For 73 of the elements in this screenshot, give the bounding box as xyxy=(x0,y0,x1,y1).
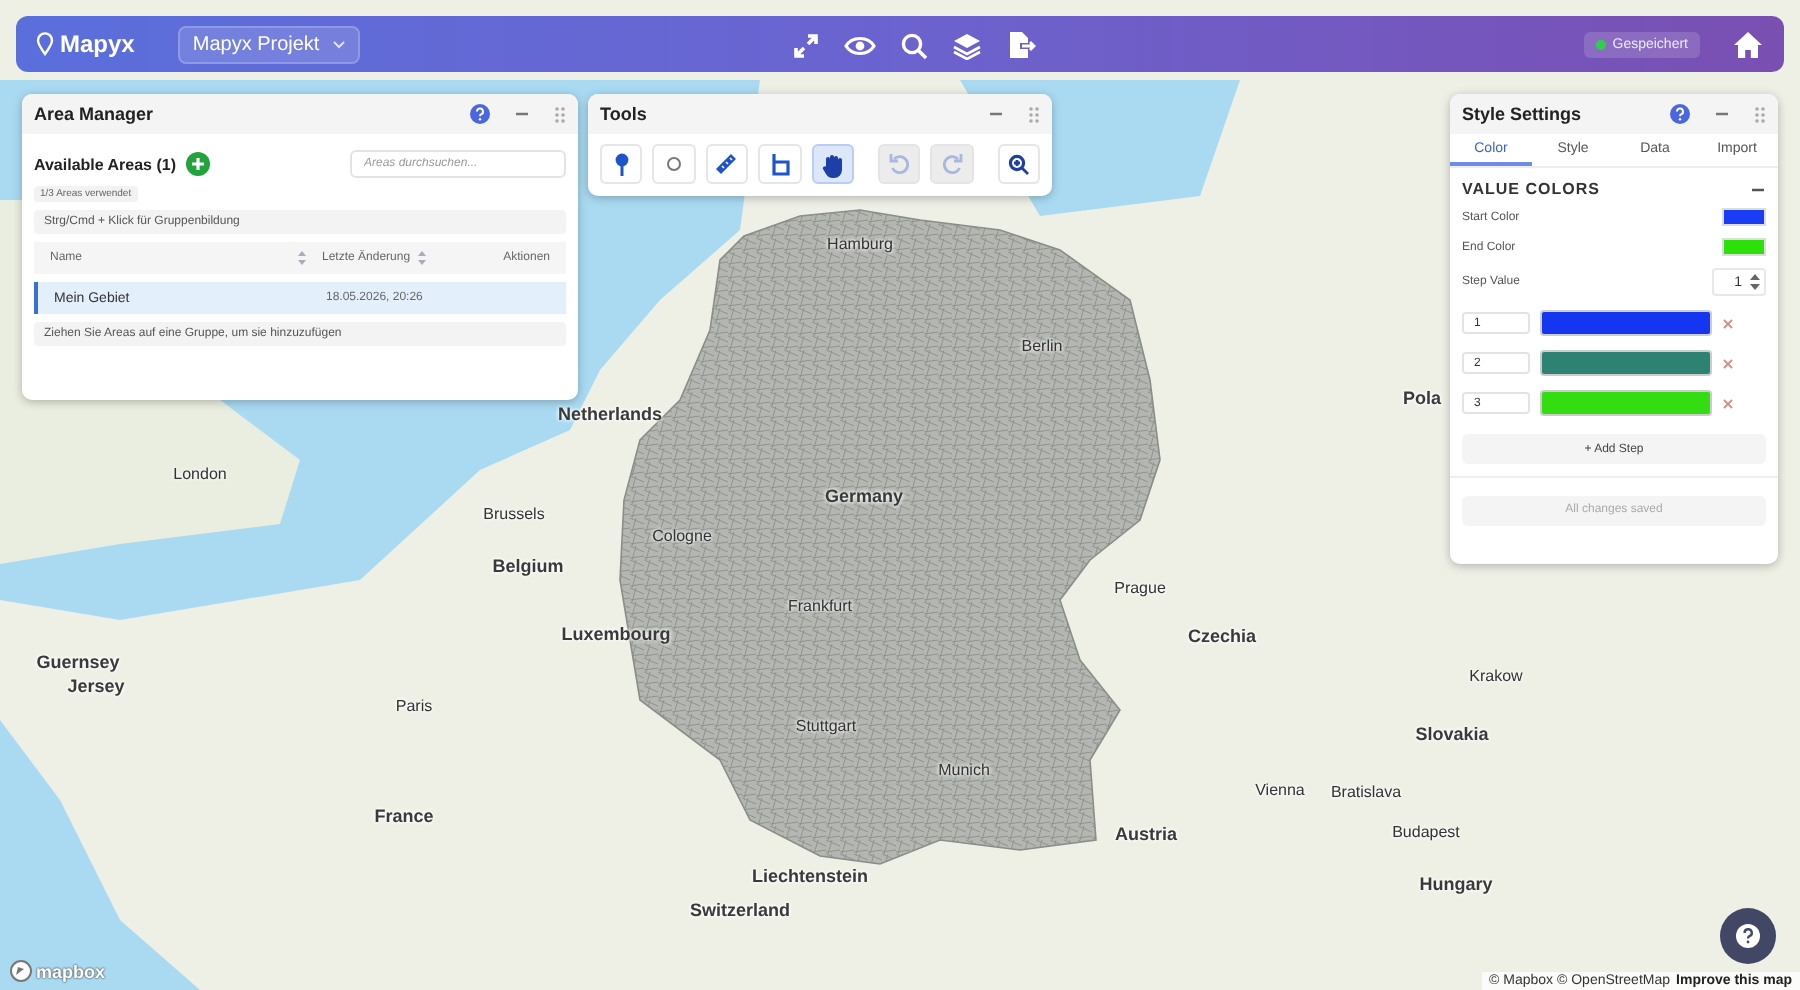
sort-icon xyxy=(418,250,427,266)
circle-icon xyxy=(664,154,685,174)
app-logo: Mapyx xyxy=(60,30,135,58)
help-icon xyxy=(1736,924,1760,948)
step-color-swatch[interactable] xyxy=(1540,310,1712,336)
remove-icon[interactable] xyxy=(1722,357,1734,369)
ruler-tool-button[interactable] xyxy=(705,144,749,184)
country-label: Germany xyxy=(824,486,904,506)
panel-title: Area Manager xyxy=(34,104,154,124)
section-heading: Available Areas (1) xyxy=(34,155,176,173)
pin-icon xyxy=(36,32,54,56)
drag-handle-icon[interactable] xyxy=(1754,105,1766,123)
city-label: Prague xyxy=(1114,579,1166,597)
circle-tool-button[interactable] xyxy=(652,144,696,184)
city-label: Frankfurt xyxy=(788,597,852,615)
redo-icon xyxy=(939,152,964,176)
pointer-tool-button[interactable] xyxy=(758,144,801,184)
city-label: Munich xyxy=(938,761,990,779)
help-icon[interactable] xyxy=(1670,104,1690,124)
layers-icon[interactable] xyxy=(952,31,982,59)
undo-icon xyxy=(887,152,912,176)
panel-title: Style Settings xyxy=(1462,104,1582,124)
city-label: Cologne xyxy=(652,527,712,545)
remove-icon[interactable] xyxy=(1722,317,1734,329)
step-color-swatch[interactable] xyxy=(1540,350,1712,376)
city-label: Vienna xyxy=(1255,781,1305,799)
country-label: Pola xyxy=(1403,388,1441,408)
country-label: Hungary xyxy=(1419,874,1493,894)
drag-handle-icon[interactable] xyxy=(554,105,566,123)
eye-icon[interactable] xyxy=(844,33,876,57)
pin-tool-button[interactable] xyxy=(600,144,643,184)
country-label: Czechia xyxy=(1188,626,1256,646)
city-label: Krakow xyxy=(1469,667,1523,685)
country-label: Guernsey xyxy=(36,652,120,672)
hand-tool-button[interactable] xyxy=(811,144,854,184)
city-label: Hamburg xyxy=(827,235,893,253)
country-label: Jersey xyxy=(67,676,125,696)
color-swatch[interactable] xyxy=(1722,238,1766,256)
expand-icon[interactable] xyxy=(792,31,820,59)
country-label: Liechtenstein xyxy=(752,866,868,886)
country-label: Austria xyxy=(1115,824,1177,844)
country-label: Switzerland xyxy=(690,900,790,920)
zoom-tool-button[interactable] xyxy=(997,144,1040,184)
city-label: Paris xyxy=(395,697,433,715)
ruler-icon xyxy=(714,152,739,176)
city-label: Stuttgart xyxy=(795,717,857,735)
city-label: London xyxy=(173,465,227,483)
panel-title: Tools xyxy=(600,104,647,124)
drag-handle-icon[interactable] xyxy=(1028,105,1040,123)
hand-icon xyxy=(819,151,846,177)
color-swatch[interactable] xyxy=(1722,208,1766,226)
project-dropdown[interactable]: Mapyx Projekt xyxy=(178,25,360,63)
zoom-in-icon xyxy=(1007,153,1030,175)
home-icon[interactable] xyxy=(1732,29,1764,59)
country-label: France xyxy=(374,806,434,826)
caret-icon xyxy=(331,39,346,49)
step-color-swatch[interactable] xyxy=(1540,390,1712,416)
search-icon[interactable] xyxy=(900,31,928,59)
help-icon[interactable] xyxy=(470,104,490,124)
country-label: Belgium xyxy=(492,556,564,576)
city-label: Bratislava xyxy=(1330,783,1402,801)
city-label: Berlin xyxy=(1021,337,1063,355)
country-label: Slovakia xyxy=(1415,724,1489,744)
remove-icon[interactable] xyxy=(1722,397,1734,409)
export-icon[interactable] xyxy=(1006,30,1036,60)
country-label: Netherlands xyxy=(558,404,662,424)
spinner-icon[interactable] xyxy=(1750,272,1760,292)
city-label: Budapest xyxy=(1392,823,1460,841)
pin-icon xyxy=(611,152,632,176)
section-heading: VALUE COLORS xyxy=(1462,180,1600,198)
add-area-icon[interactable] xyxy=(186,152,210,176)
city-label: Brussels xyxy=(483,505,545,523)
country-label: Luxembourg xyxy=(561,624,671,644)
